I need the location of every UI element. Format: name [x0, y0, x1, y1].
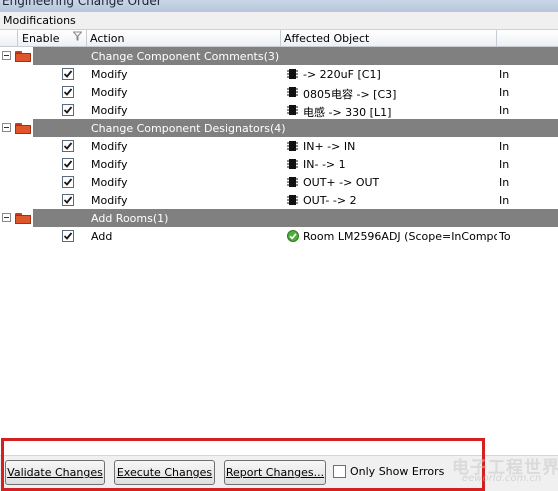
column-affected-object[interactable]: Affected Object — [284, 32, 369, 45]
affected-object-cell: IN- -> 1 — [303, 158, 346, 171]
window-titlebar: Engineering Change Order — [0, 0, 558, 12]
group-row-comments[interactable]: Change Component Comments(3) — [0, 47, 558, 65]
component-icon — [287, 177, 298, 187]
affected-object-cell: -> 220uF [C1] — [303, 68, 381, 81]
group-label: Add Rooms(1) — [91, 212, 169, 225]
funnel-icon[interactable] — [72, 31, 83, 44]
group-row-designators[interactable]: Change Component Designators(4) — [0, 119, 558, 137]
folder-icon — [15, 123, 31, 134]
affected-document-cell: In — [499, 158, 510, 171]
enable-checkbox[interactable] — [62, 158, 74, 170]
action-cell: Modify — [91, 68, 128, 81]
action-cell: Modify — [91, 86, 128, 99]
grid-header: Enable Action Affected Object — [0, 30, 558, 47]
modifications-header: Modifications — [0, 12, 558, 30]
table-row[interactable]: Modify OUT- -> 2 In — [0, 191, 558, 209]
collapse-icon[interactable] — [2, 51, 11, 60]
affected-document-cell: In — [499, 194, 510, 207]
action-cell: Add — [91, 230, 113, 243]
component-icon — [287, 141, 298, 151]
table-row[interactable]: Modify 电感 -> 330 [L1] In — [0, 101, 558, 119]
enable-checkbox[interactable] — [62, 68, 74, 80]
affected-object-cell: 电感 -> 330 [L1] — [303, 106, 392, 119]
table-row[interactable]: Modify 0805电容 -> [C3] In — [0, 83, 558, 101]
column-separator — [496, 30, 497, 47]
group-label: Change Component Designators(4) — [91, 122, 286, 135]
component-icon — [287, 69, 298, 79]
affected-object-cell: IN+ -> IN — [303, 140, 356, 153]
enable-checkbox[interactable] — [62, 86, 74, 98]
modifications-label: Modifications — [3, 14, 76, 27]
room-check-icon — [287, 230, 299, 242]
table-row[interactable]: Modify IN+ -> IN In — [0, 137, 558, 155]
affected-object-cell: OUT- -> 2 — [303, 194, 357, 207]
watermark-en: eeworld.com.cn — [462, 473, 542, 484]
action-cell: Modify — [91, 194, 128, 207]
table-row[interactable]: Modify OUT+ -> OUT In — [0, 173, 558, 191]
table-row[interactable]: Modify -> 220uF [C1] In — [0, 65, 558, 83]
group-row-add-rooms[interactable]: Add Rooms(1) — [0, 209, 558, 227]
affected-document-cell: In — [499, 140, 510, 153]
folder-icon — [15, 213, 31, 224]
component-icon — [287, 87, 298, 97]
affected-object-cell: OUT+ -> OUT — [303, 176, 380, 189]
window-title: Engineering Change Order — [2, 0, 162, 8]
column-separator — [280, 30, 281, 47]
column-separator — [17, 30, 18, 47]
action-cell: Modify — [91, 104, 128, 117]
enable-checkbox[interactable] — [62, 140, 74, 152]
watermark-logo: 电子工程世界 eeworld.com.cn — [448, 453, 558, 489]
affected-document-cell: In — [499, 68, 510, 81]
component-icon — [287, 159, 298, 169]
affected-document-cell: In — [499, 176, 510, 189]
action-cell: Modify — [91, 158, 128, 171]
action-cell: Modify — [91, 140, 128, 153]
enable-checkbox[interactable] — [62, 104, 74, 116]
enable-checkbox[interactable] — [62, 176, 74, 188]
affected-document-cell: In — [499, 86, 510, 99]
highlight-annotation — [1, 438, 485, 491]
table-row[interactable]: Add Room LM2596ADJ (Scope=InComponent To — [0, 227, 558, 245]
table-row[interactable]: Modify IN- -> 1 In — [0, 155, 558, 173]
folder-icon — [15, 51, 31, 62]
collapse-icon[interactable] — [2, 123, 11, 132]
affected-object-cell: 0805电容 -> [C3] — [303, 88, 397, 101]
collapse-icon[interactable] — [2, 213, 11, 222]
column-action[interactable]: Action — [90, 32, 124, 45]
affected-document-cell: To — [499, 230, 511, 243]
affected-object-cell: Room LM2596ADJ (Scope=InComponent — [303, 230, 497, 243]
component-icon — [287, 105, 298, 115]
group-label: Change Component Comments(3) — [91, 50, 280, 63]
affected-document-cell: In — [499, 104, 510, 117]
enable-checkbox[interactable] — [62, 230, 74, 242]
enable-checkbox[interactable] — [62, 194, 74, 206]
column-enable[interactable]: Enable — [22, 32, 59, 45]
component-icon — [287, 195, 298, 205]
column-separator — [86, 30, 87, 47]
action-cell: Modify — [91, 176, 128, 189]
